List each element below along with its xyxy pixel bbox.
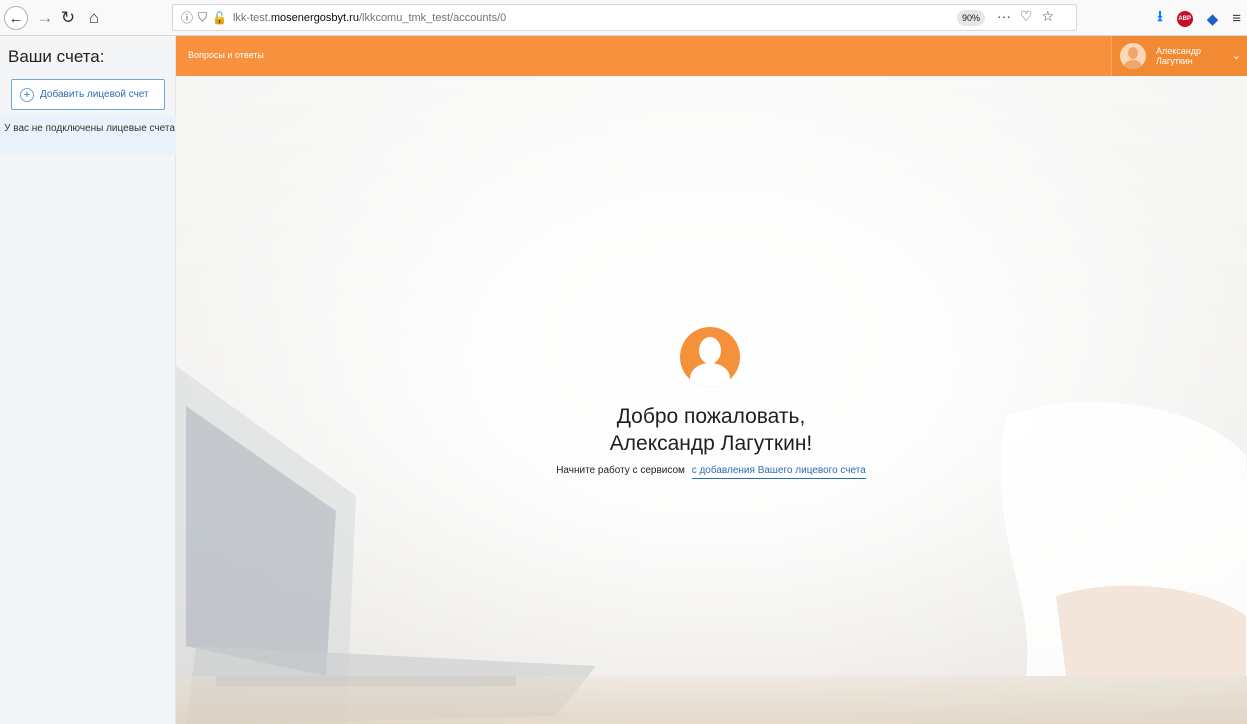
arrow-left-icon: ←: [8, 9, 24, 27]
bookmark-star-icon[interactable]: ☆: [1041, 8, 1054, 25]
plus-circle-icon: +: [20, 87, 34, 102]
chevron-down-icon: ⌄: [1231, 50, 1241, 62]
add-account-link[interactable]: с добавления Вашего лицевого счета: [691, 465, 866, 479]
accounts-sidebar: Ваши счета: + Добавить лицевой счет У ва…: [0, 36, 176, 724]
reload-button[interactable]: ↻: [56, 6, 80, 30]
faq-link[interactable]: Вопросы и ответы: [188, 50, 264, 60]
zoom-indicator[interactable]: 90%: [957, 10, 986, 26]
forward-button[interactable]: →: [33, 6, 57, 30]
welcome-subtitle-text: Начните работу с сервисом: [556, 465, 685, 476]
info-icon[interactable]: ⓘ: [181, 9, 193, 26]
home-icon: ⌂: [88, 8, 100, 27]
address-bar[interactable]: ⓘ ⛉ 🔓 lkk-test.mosenergosbyt.ru/lkkcomu_…: [172, 4, 1077, 31]
main-content: Добро пожаловать, Александр Лагуткин! На…: [176, 76, 1247, 724]
hamburger-menu-icon[interactable]: ≡: [1232, 10, 1241, 27]
url-text[interactable]: lkk-test.mosenergosbyt.ru/lkkcomu_tmk_te…: [233, 12, 506, 24]
add-account-button[interactable]: + Добавить лицевой счет: [11, 79, 165, 110]
arrow-right-icon: →: [36, 8, 54, 27]
no-accounts-message: У вас не подключены лицевые счета: [0, 115, 176, 155]
insecure-lock-icon[interactable]: 🔓: [212, 11, 227, 25]
back-button[interactable]: ←: [4, 6, 28, 30]
user-last-name: Лагуткин: [1156, 56, 1193, 66]
pocket-icon[interactable]: ♡: [1020, 8, 1033, 25]
user-name: Александр Лагуткин: [1156, 46, 1201, 66]
user-avatar: [1120, 43, 1146, 69]
welcome-subtitle: Начните работу с сервисом с добавления В…: [476, 465, 946, 479]
url-host: mosenergosbyt.ru: [270, 11, 359, 24]
page-actions-icon[interactable]: ···: [997, 8, 1011, 25]
add-account-label: Добавить лицевой счет: [40, 89, 149, 100]
hands-background-image: [1001, 401, 1247, 676]
sidebar-title: Ваши счета:: [8, 47, 105, 66]
browser-toolbar: ← → ↻ ⌂ ⓘ ⛉ 🔓 lkk-test.mosenergosbyt.ru/…: [0, 0, 1247, 36]
table-background: [176, 676, 1247, 724]
welcome-title: Добро пожаловать, Александр Лагуткин!: [511, 403, 911, 457]
user-first-name: Александр: [1156, 46, 1202, 56]
url-path: /lkkcomu_tmk_test/accounts/0: [358, 11, 507, 24]
welcome-title-line1: Добро пожаловать,: [616, 405, 806, 428]
user-menu[interactable]: Александр Лагуткин ⌄: [1111, 36, 1247, 76]
welcome-avatar-icon: [680, 327, 740, 387]
shield-icon[interactable]: ⛉: [198, 10, 207, 25]
extension-icon[interactable]: ◆: [1207, 10, 1219, 28]
top-header: Вопросы и ответы Александр Лагуткин ⌄: [176, 36, 1247, 76]
download-icon[interactable]: ⭳: [1157, 6, 1162, 31]
adblock-icon[interactable]: ABP: [1176, 10, 1193, 27]
url-subdomain: lkk-test.: [232, 11, 271, 24]
reload-icon: ↻: [60, 8, 76, 27]
welcome-title-line2: Александр Лагуткин!: [609, 432, 813, 455]
home-button[interactable]: ⌂: [82, 6, 106, 30]
